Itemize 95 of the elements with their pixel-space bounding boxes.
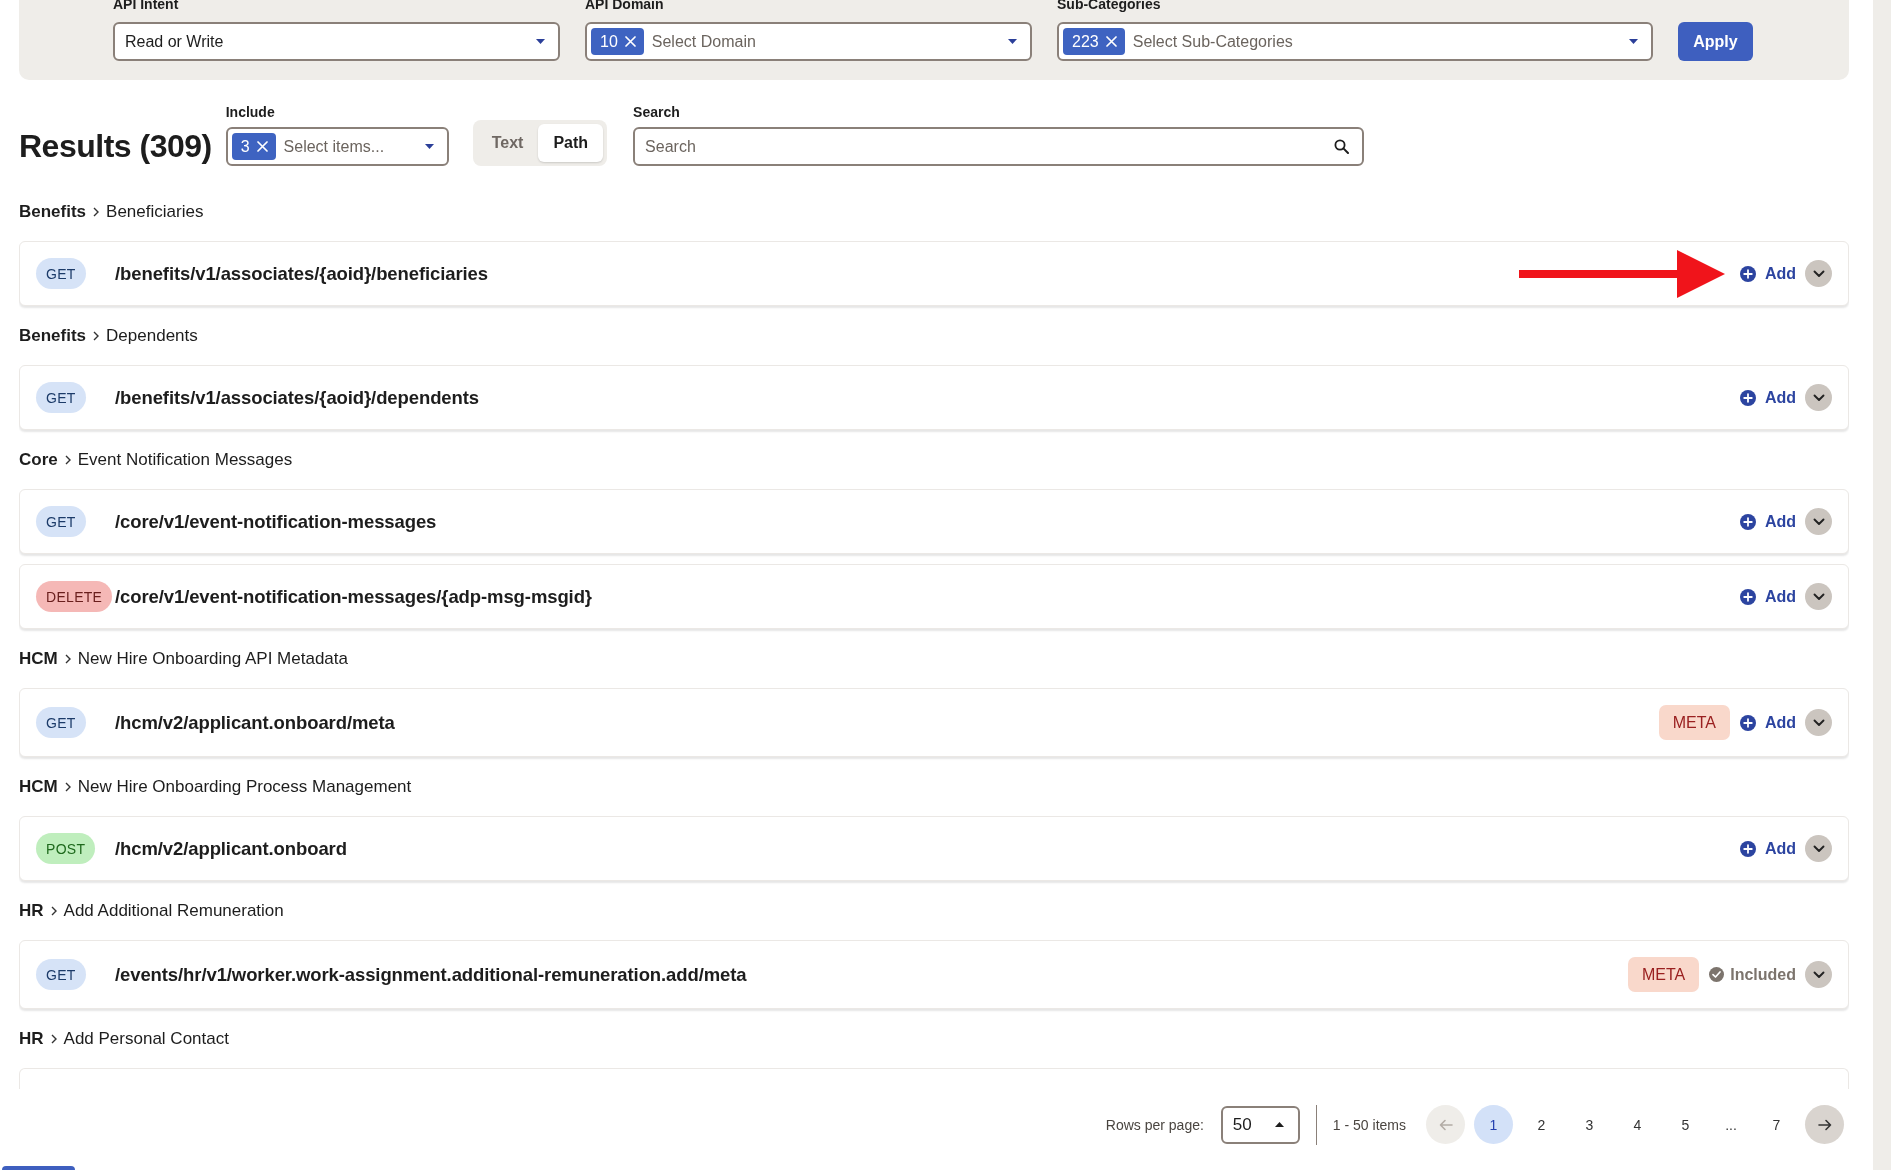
apply-button[interactable]: Apply: [1678, 22, 1753, 61]
add-button[interactable]: Add: [1739, 713, 1796, 732]
chevron-right-icon: [64, 654, 71, 664]
chevron-down-icon: [1812, 393, 1825, 402]
arrow-left-icon: [1438, 1118, 1453, 1131]
subcategory-label: Event Notification Messages: [77, 450, 293, 470]
method-badge: GET: [36, 959, 86, 990]
endpoint-path: /core/v1/event-notification-messages: [115, 510, 437, 533]
toggle-tab[interactable]: Text: [476, 124, 539, 162]
subcategory-label: Dependents: [106, 326, 198, 346]
page-button[interactable]: 5: [1666, 1105, 1705, 1144]
expand-button[interactable]: [1805, 583, 1832, 610]
multiselect-field[interactable]: 223 Select Sub-Categories: [1057, 22, 1653, 61]
dropdown-field[interactable]: Read or Write: [113, 22, 560, 61]
count-chip[interactable]: 223: [1063, 28, 1125, 55]
page-ellipsis: ...: [1724, 1115, 1738, 1135]
page-button[interactable]: 2: [1522, 1105, 1561, 1144]
chevron-down-icon: [1812, 844, 1825, 853]
item-range-label: 1 - 50 items: [1332, 1116, 1406, 1133]
chevron-right-icon: [50, 1034, 57, 1044]
chevron-right-icon: [64, 782, 71, 792]
expand-button[interactable]: [1805, 508, 1832, 535]
subcategory-label: Add Additional Remuneration: [63, 901, 284, 921]
toggle-tab[interactable]: Path: [538, 124, 604, 162]
method-badge: GET: [36, 382, 86, 413]
endpoint-path: /hcm/v2/applicant.onboard: [115, 837, 347, 860]
subcategory-label: New Hire Onboarding Process Management: [77, 777, 412, 797]
caret-down-icon: [1629, 39, 1638, 44]
included-label: Included: [1730, 965, 1796, 984]
chevron-right-icon: [64, 455, 71, 465]
page-button[interactable]: 1: [1474, 1105, 1513, 1144]
chevron-right-icon: [93, 207, 100, 217]
expand-button[interactable]: [1805, 260, 1832, 287]
expand-button[interactable]: [1805, 384, 1832, 411]
chevron-down-icon: [1812, 517, 1825, 526]
endpoint-path: /benefits/v1/associates/{aoid}/dependents: [115, 386, 479, 409]
caret-up-icon: [1274, 1122, 1284, 1127]
chevron-down-icon: [1812, 970, 1825, 979]
chevron-down-icon: [1812, 269, 1825, 278]
category-label: Benefits: [19, 202, 87, 222]
chevron-down-icon: [1812, 592, 1825, 601]
subcategory-label: New Hire Onboarding API Metadata: [77, 649, 348, 669]
count-chip[interactable]: 3: [231, 133, 276, 160]
meta-tag: META: [1627, 957, 1700, 992]
category-label: HR: [19, 1029, 44, 1049]
caret-down-icon: [424, 144, 434, 149]
subcategory-label: Beneficiaries: [106, 202, 204, 222]
add-button[interactable]: Add: [1739, 388, 1796, 407]
search-icon: [1334, 139, 1350, 154]
category-label: Core: [19, 450, 58, 470]
subcategory-label: Add Personal Contact: [63, 1029, 229, 1049]
chevron-down-icon: [1812, 718, 1825, 727]
category-label: HCM: [19, 649, 58, 669]
page-button[interactable]: 4: [1618, 1105, 1657, 1144]
caret-down-icon: [536, 39, 545, 44]
page-button[interactable]: 3: [1570, 1105, 1609, 1144]
arrow-right-icon: [1817, 1118, 1832, 1131]
expand-button[interactable]: [1805, 709, 1832, 736]
multiselect-field[interactable]: 10 Select Domain: [585, 22, 1032, 61]
endpoint-path: /benefits/v1/associates/{aoid}/beneficiaries: [115, 262, 488, 285]
page-button[interactable]: 7: [1757, 1105, 1796, 1144]
add-button[interactable]: Add: [1739, 264, 1796, 283]
multiselect-field[interactable]: 3 Select items...: [225, 127, 449, 166]
caret-down-icon: [1008, 39, 1017, 44]
rows-per-page-label: Rows per page:: [1105, 1116, 1204, 1133]
field-label: Include: [225, 104, 275, 120]
endpoint-path: /events/hr/v1/worker.work-assignment.additional-remuneration.add/meta: [115, 963, 747, 986]
add-button[interactable]: Add: [1739, 587, 1796, 606]
field-label: Search: [633, 104, 680, 120]
method-badge: GET: [36, 258, 86, 289]
close-icon: [1105, 36, 1117, 47]
method-badge: DELETE: [36, 581, 113, 612]
expand-button[interactable]: [1805, 835, 1832, 862]
category-label: HR: [19, 901, 44, 921]
endpoint-path: /hcm/v2/applicant.onboard/meta: [115, 711, 395, 734]
field-label: API Intent: [113, 0, 179, 12]
close-icon: [256, 141, 268, 152]
close-icon: [624, 36, 636, 47]
next-page-button[interactable]: [1805, 1105, 1844, 1144]
method-badge: GET: [36, 506, 86, 537]
add-button[interactable]: Add: [1739, 839, 1796, 858]
rows-per-page-select[interactable]: 50: [1220, 1105, 1300, 1144]
meta-tag: META: [1658, 705, 1730, 740]
chevron-right-icon: [50, 906, 57, 916]
category-label: Benefits: [19, 326, 87, 346]
expand-button[interactable]: [1805, 961, 1832, 988]
search-field[interactable]: Search: [633, 127, 1365, 166]
method-badge: POST: [36, 833, 96, 864]
method-badge: GET: [36, 707, 86, 738]
chevron-right-icon: [93, 331, 100, 341]
endpoint-path: /core/v1/event-notification-messages/{adp-msg-msgid}: [115, 585, 592, 608]
add-button[interactable]: Add: [1739, 512, 1796, 531]
results-title: Results (309): [19, 127, 212, 166]
category-label: HCM: [19, 777, 58, 797]
count-chip[interactable]: 10: [591, 28, 644, 55]
